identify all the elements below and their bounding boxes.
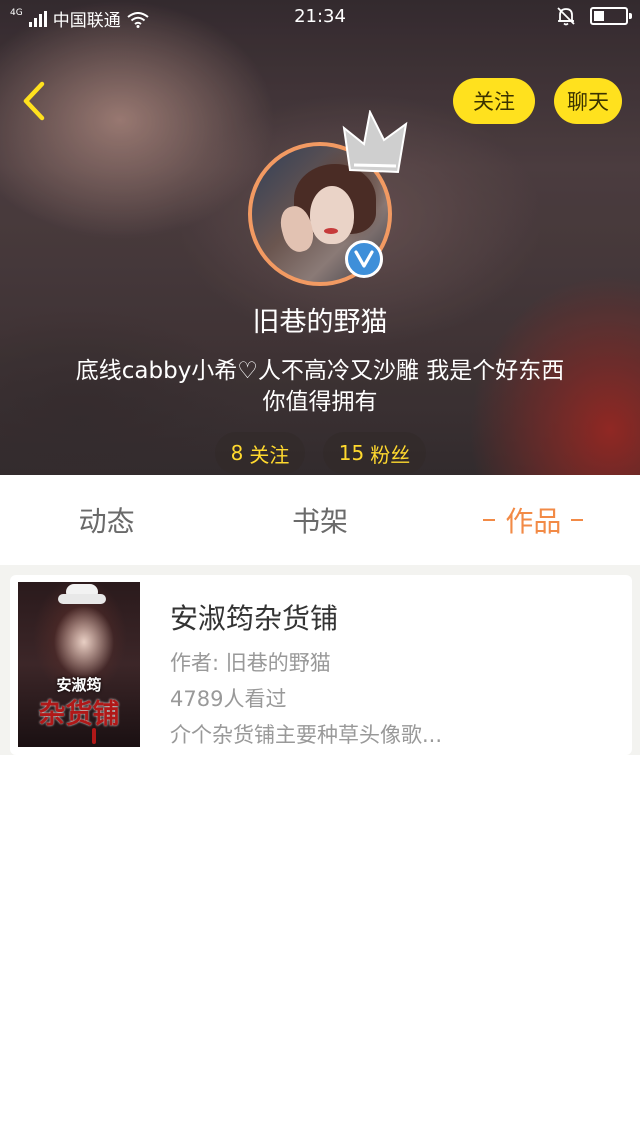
following-label: 关注 — [249, 442, 290, 467]
profile-header: 4G 中国联通 21:34 关注 聊天 旧巷的野猫 底线cabby小希♡人不高冷… — [0, 0, 640, 475]
fans-count: 15 — [338, 441, 365, 465]
profile-page: 4G 中国联通 21:34 关注 聊天 旧巷的野猫 底线cabby小希♡人不高冷… — [0, 0, 640, 1138]
following-count: 8 — [230, 441, 244, 465]
battery-icon — [590, 7, 632, 25]
work-title: 安淑筠杂货铺 — [170, 602, 339, 635]
crown-icon — [342, 110, 408, 174]
verified-icon — [345, 240, 383, 278]
work-author: 作者: 旧巷的野猫 — [170, 651, 331, 675]
chat-button[interactable]: 聊天 — [554, 78, 622, 124]
username: 旧巷的野猫 — [252, 307, 388, 338]
verified-v-mark — [354, 250, 374, 268]
work-description: 介个杂货铺主要种草头像歌... — [170, 723, 443, 747]
fans-label: 粉丝 — [370, 442, 411, 467]
follow-button[interactable]: 关注 — [453, 78, 535, 124]
status-right — [556, 6, 632, 26]
cover-title-bottom: 杂货铺 — [38, 699, 120, 730]
status-bar: 4G 中国联通 21:34 — [0, 0, 640, 34]
tab-bookshelf[interactable]: 书架 — [213, 475, 426, 565]
bio-line-1: 底线cabby小希♡人不高冷又沙雕 我是个好东西 — [75, 358, 565, 384]
fans-stat[interactable]: 15 粉丝 — [323, 432, 426, 474]
list-item[interactable]: 安淑筠 杂货铺 安淑筠杂货铺 作者: 旧巷的野猫 4789人看过 介个杂货铺主要… — [10, 575, 632, 755]
profile-tabs: 动态 书架 作品 — [0, 475, 640, 565]
following-stat[interactable]: 8 关注 — [215, 432, 305, 474]
tab-dash-left — [483, 519, 496, 521]
work-views: 4789人看过 — [170, 687, 287, 711]
divider — [0, 565, 640, 575]
clock: 21:34 — [294, 6, 346, 27]
tab-works-label: 作品 — [505, 505, 562, 538]
bio: 底线cabby小希♡人不高冷又沙雕 我是个好东西 你值得拥有 — [30, 356, 610, 418]
bio-line-2: 你值得拥有 — [262, 389, 378, 415]
tab-dash-right — [571, 519, 584, 521]
bell-muted-icon — [557, 7, 575, 26]
tab-dynamics[interactable]: 动态 — [0, 475, 213, 565]
book-cover: 安淑筠 杂货铺 — [18, 582, 140, 747]
tab-works[interactable]: 作品 — [427, 475, 640, 565]
works-list: 安淑筠 杂货铺 安淑筠杂货铺 作者: 旧巷的野猫 4789人看过 介个杂货铺主要… — [0, 575, 640, 755]
tab-bookshelf-label: 书架 — [291, 505, 348, 538]
tab-dynamics-label: 动态 — [78, 505, 135, 538]
back-chevron-icon[interactable] — [18, 78, 58, 124]
